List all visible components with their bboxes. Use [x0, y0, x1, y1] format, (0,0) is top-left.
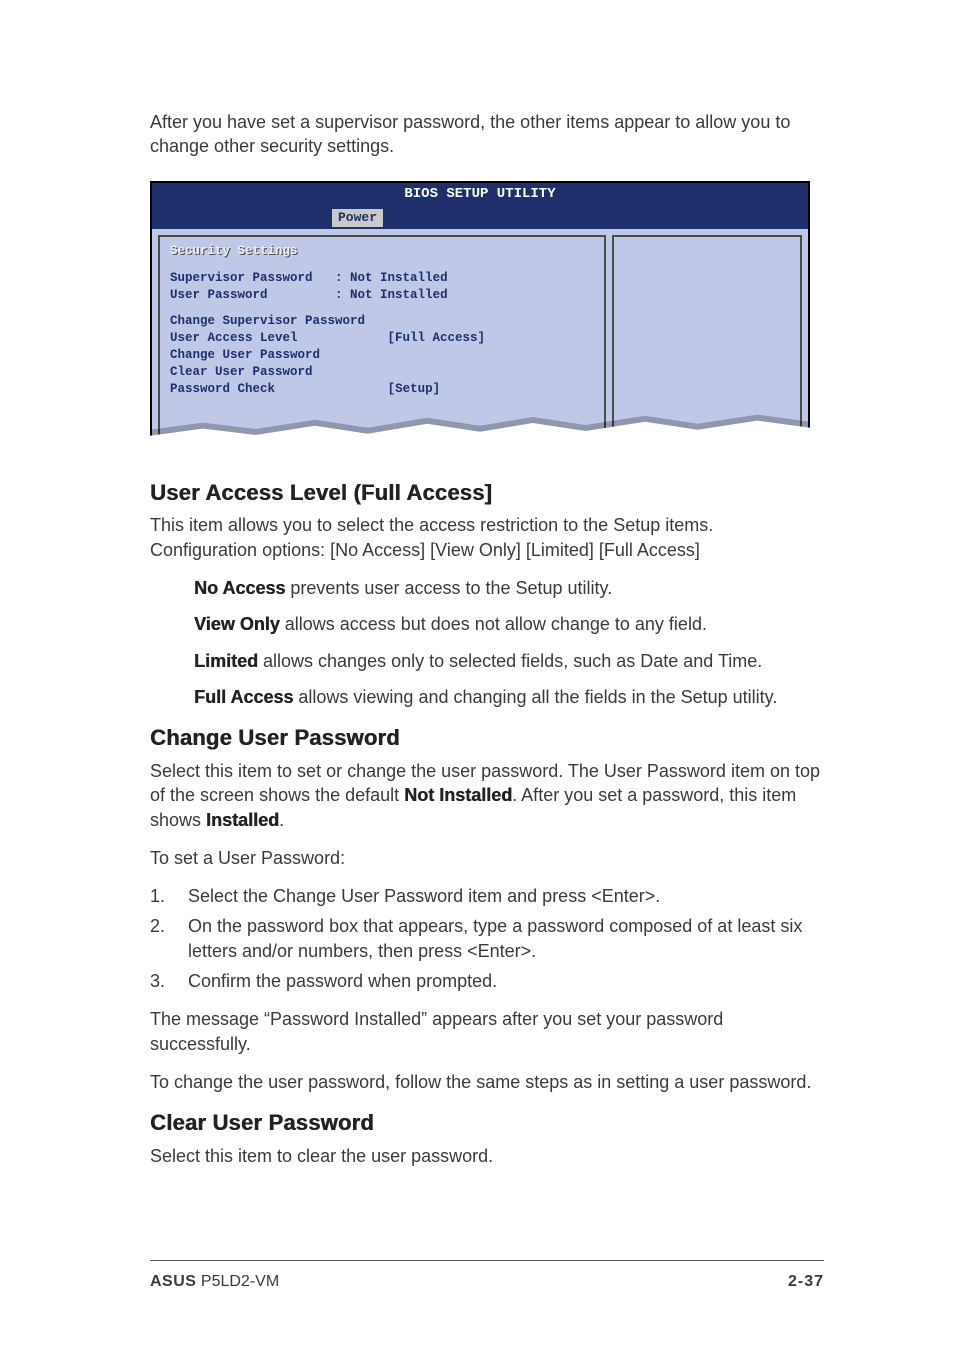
- intro-paragraph: After you have set a supervisor password…: [150, 110, 824, 159]
- clp-description: Select this item to clear the user passw…: [150, 1144, 824, 1168]
- ual-view-only-label: View Only: [194, 614, 280, 634]
- ual-options: No Access prevents user access to the Se…: [150, 576, 824, 709]
- bios-pw-check-row: Password Check [Setup]: [170, 381, 594, 398]
- step-text: Confirm the password when prompted.: [188, 969, 824, 993]
- list-item: 3.Confirm the password when prompted.: [150, 969, 824, 993]
- ual-no-access-label: No Access: [194, 578, 285, 598]
- ual-limited-text: allows changes only to selected fields, …: [258, 651, 762, 671]
- cup-p1e: .: [279, 810, 284, 830]
- bios-right-pane: [612, 235, 802, 440]
- bios-user-access-value: [Full Access]: [388, 331, 486, 345]
- list-item: 2.On the password box that appears, type…: [150, 914, 824, 963]
- page-footer: ASUS P5LD2-VM 2-37: [150, 1271, 824, 1293]
- bios-section-title: Security Settings: [170, 243, 594, 260]
- step-number: 1.: [150, 884, 188, 908]
- cup-p1: Select this item to set or change the us…: [150, 759, 824, 832]
- bios-change-user: Change User Password: [170, 347, 594, 364]
- cup-p2: To set a User Password:: [150, 846, 824, 870]
- ual-limited-label: Limited: [194, 651, 258, 671]
- bios-supervisor-value: : Not Installed: [335, 271, 448, 285]
- bios-screenshot: BIOS SETUP UTILITY Power Security Settin…: [150, 181, 810, 448]
- bios-clear-user: Clear User Password: [170, 364, 594, 381]
- bios-change-supervisor: Change Supervisor Password: [170, 313, 594, 330]
- ual-full-access-label: Full Access: [194, 687, 293, 707]
- heading-clear-user-password: Clear User Password: [150, 1108, 824, 1138]
- ual-limited: Limited allows changes only to selected …: [194, 649, 824, 673]
- ual-full-access-text: allows viewing and changing all the fiel…: [293, 687, 777, 707]
- step-text: On the password box that appears, type a…: [188, 914, 824, 963]
- footer-divider: [150, 1260, 824, 1261]
- bios-title: BIOS SETUP UTILITY: [150, 181, 810, 204]
- bios-user-label: User Password: [170, 288, 268, 302]
- footer-page-number: 2-37: [788, 1271, 824, 1293]
- heading-user-access-level: User Access Level (Full Access]: [150, 478, 824, 508]
- cup-p1d: Installed: [206, 810, 279, 830]
- heading-change-user-password: Change User Password: [150, 723, 824, 753]
- bios-supervisor-row: Supervisor Password : Not Installed: [170, 270, 594, 287]
- bios-user-row: User Password : Not Installed: [170, 287, 594, 304]
- ual-full-access: Full Access allows viewing and changing …: [194, 685, 824, 709]
- bios-user-value: : Not Installed: [335, 288, 448, 302]
- bios-pw-check-label: Password Check: [170, 382, 275, 396]
- cup-p4: To change the user password, follow the …: [150, 1070, 824, 1094]
- bios-pw-check-value: [Setup]: [388, 382, 441, 396]
- ual-view-only: View Only allows access but does not all…: [194, 612, 824, 636]
- ual-no-access-text: prevents user access to the Setup utilit…: [285, 578, 612, 598]
- footer-model: P5LD2-VM: [196, 1273, 279, 1290]
- step-text: Select the Change User Password item and…: [188, 884, 824, 908]
- cup-p1b: Not Installed: [404, 785, 512, 805]
- list-item: 1.Select the Change User Password item a…: [150, 884, 824, 908]
- cup-p3: The message “Password Installed” appears…: [150, 1007, 824, 1056]
- footer-left: ASUS P5LD2-VM: [150, 1271, 279, 1293]
- bios-tab-bar: Power: [150, 203, 810, 228]
- cup-steps: 1.Select the Change User Password item a…: [150, 884, 824, 993]
- step-number: 3.: [150, 969, 188, 993]
- ual-no-access: No Access prevents user access to the Se…: [194, 576, 824, 600]
- bios-body: Security Settings Supervisor Password : …: [150, 229, 810, 448]
- ual-view-only-text: allows access but does not allow change …: [280, 614, 707, 634]
- footer-brand: ASUS: [150, 1273, 196, 1290]
- bios-user-access-row: User Access Level [Full Access]: [170, 330, 594, 347]
- bios-supervisor-label: Supervisor Password: [170, 271, 313, 285]
- bios-left-pane: Security Settings Supervisor Password : …: [158, 235, 606, 440]
- bios-user-access-label: User Access Level: [170, 331, 298, 345]
- step-number: 2.: [150, 914, 188, 963]
- bios-tab-power: Power: [332, 209, 383, 227]
- ual-description: This item allows you to select the acces…: [150, 513, 824, 562]
